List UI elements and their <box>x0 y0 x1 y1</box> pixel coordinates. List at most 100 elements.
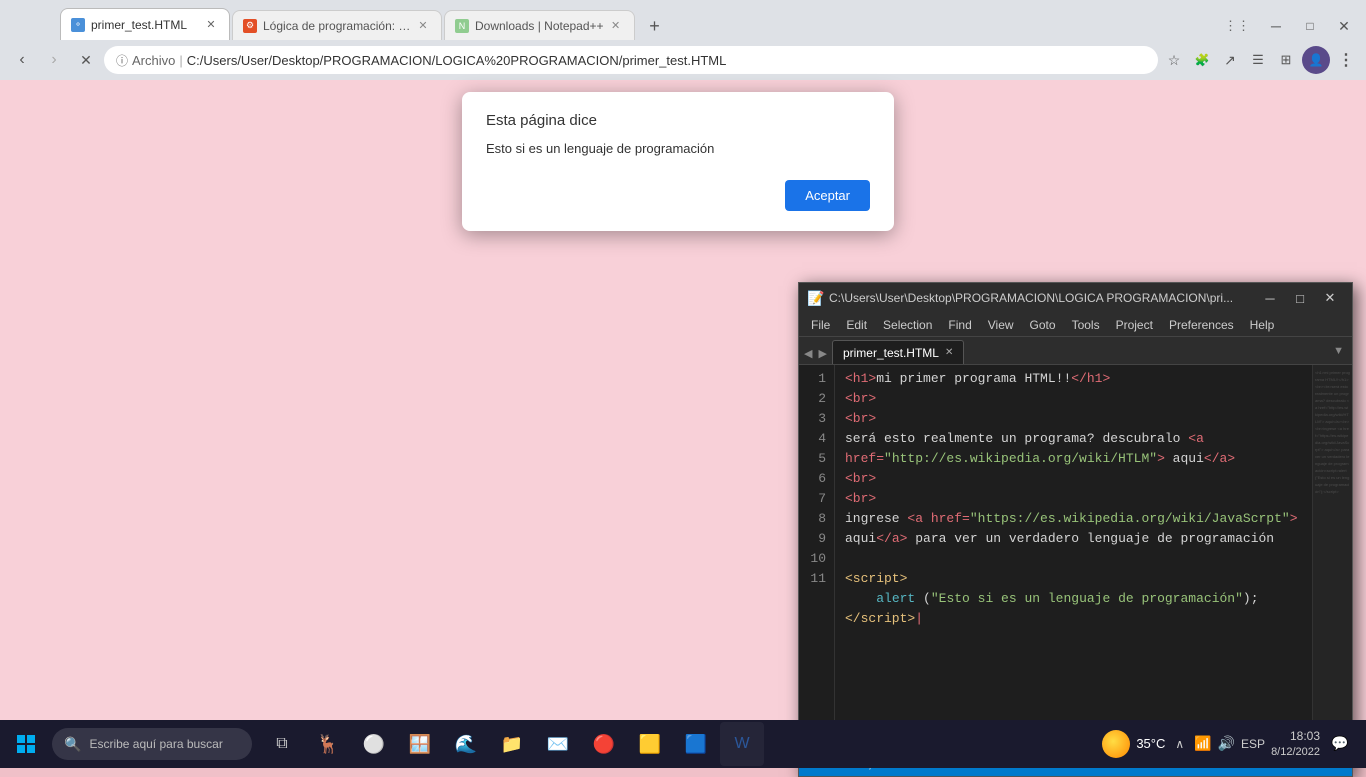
taskbar-apps: ⧉ 🦌 ⚪ 🪟 🌊 📁 ✉️ 🔴 🟨 🟦 W <box>260 722 764 766</box>
npp-tab-name: primer_test.HTML <box>843 346 939 360</box>
window-minimize-btn[interactable]: ─ <box>1262 16 1290 36</box>
code-minimap: <h1>mi primer programa HTML!!</h1><br><b… <box>1312 365 1352 754</box>
taskbar-mail-app[interactable]: ✉️ <box>536 722 580 766</box>
notepad-close-btn[interactable]: ✕ <box>1316 287 1344 309</box>
forward-button[interactable]: › <box>40 46 68 74</box>
code-line-9: <script> <box>845 569 1302 589</box>
notepad-app-icon: 📝 <box>807 290 823 306</box>
reading-list-icon[interactable]: ☰ <box>1246 48 1270 72</box>
menu-dots-icon[interactable]: ⋮ <box>1334 48 1358 72</box>
taskbar-weather[interactable]: 35°C <box>1102 730 1165 758</box>
taskbar: 🔍 Escribe aquí para buscar ⧉ 🦌 ⚪ 🪟 🌊 📁 ✉… <box>0 720 1366 768</box>
tab1-close[interactable]: ✕ <box>203 17 219 33</box>
code-line-8 <box>845 549 1302 569</box>
extensions-icon[interactable]: 🧩 <box>1190 48 1214 72</box>
tab3-close[interactable]: ✕ <box>608 18 624 34</box>
menu-edit[interactable]: Edit <box>838 316 875 334</box>
taskbar-search[interactable]: 🔍 Escribe aquí para buscar <box>52 728 252 760</box>
bookmark-star-icon[interactable]: ☆ <box>1162 48 1186 72</box>
address-input-container[interactable]: ⓘ Archivo | C:/Users/User/Desktop/PROGRA… <box>104 46 1158 74</box>
tab-downloads[interactable]: N Downloads | Notepad++ ✕ <box>444 10 635 40</box>
taskbar-clock[interactable]: 18:03 8/12/2022 <box>1271 729 1320 759</box>
address-info-icon: ⓘ <box>116 52 128 69</box>
taskbar-word-app[interactable]: W <box>720 722 764 766</box>
alert-message: Esto si es un lenguaje de programación <box>486 141 870 156</box>
system-tray-expand[interactable]: ∧ <box>1171 733 1188 755</box>
code-line-10: alert ("Esto si es un lenguaje de progra… <box>845 589 1302 609</box>
tab1-title: primer_test.HTML <box>91 18 199 32</box>
npp-tab-dropdown[interactable]: ▼ <box>1327 341 1350 361</box>
code-line-4: será esto realmente un programa? descubr… <box>845 429 1302 469</box>
code-line-6: <br> <box>845 489 1302 509</box>
npp-tab-active[interactable]: primer_test.HTML ✕ <box>832 340 964 364</box>
npp-next-tab-icon[interactable]: ▶ <box>815 345 829 362</box>
sun-icon <box>1102 730 1130 758</box>
tab2-favicon: ⚙ <box>243 19 257 33</box>
start-button[interactable] <box>4 722 48 766</box>
profile-icon[interactable]: 👤 <box>1302 46 1330 74</box>
notepad-titlebar: 📝 C:\Users\User\Desktop\PROGRAMACION\LOG… <box>799 283 1352 313</box>
notification-button[interactable]: 💬 <box>1326 730 1354 758</box>
clock-date: 8/12/2022 <box>1271 745 1320 759</box>
menu-tools[interactable]: Tools <box>1064 316 1108 334</box>
tab2-title: Lógica de programación: Primer... <box>263 19 411 33</box>
taskbar-taskview-app[interactable]: 🪟 <box>398 722 442 766</box>
notepad-tab-bar: ◀ ▶ primer_test.HTML ✕ ▼ <box>799 337 1352 365</box>
clock-time: 18:03 <box>1290 729 1320 745</box>
sidebar-icon[interactable]: ⊞ <box>1274 48 1298 72</box>
menu-find[interactable]: Find <box>940 316 979 334</box>
notepad-restore-btn[interactable]: □ <box>1286 287 1314 309</box>
line-numbers: 1 2 3 4 5 6 7 8 9 10 11 <box>799 365 835 754</box>
code-line-11: </script>| <box>845 609 1302 629</box>
browser-chrome: ⚬ primer_test.HTML ✕ ⚙ Lógica de program… <box>0 0 1366 80</box>
network-icon[interactable]: 📶 <box>1194 735 1211 752</box>
search-placeholder-text: Escribe aquí para buscar <box>89 737 222 751</box>
code-content[interactable]: <h1>mi primer programa HTML!!</h1> <br> … <box>835 365 1312 754</box>
tab-primer-test[interactable]: ⚬ primer_test.HTML ✕ <box>60 8 230 40</box>
temperature-text: 35°C <box>1136 736 1165 751</box>
address-bar: ‹ › ✕ ⓘ Archivo | C:/Users/User/Desktop/… <box>0 40 1366 80</box>
reload-button[interactable]: ✕ <box>72 46 100 74</box>
npp-tab-close-icon[interactable]: ✕ <box>945 347 953 358</box>
address-scheme: Archivo <box>132 53 175 68</box>
taskbar-filemanager-app[interactable]: 📁 <box>490 722 534 766</box>
window-maximize-btn[interactable]: □ <box>1296 16 1324 36</box>
window-expand-icon[interactable]: ⋮⋮ <box>1218 16 1256 36</box>
taskbar-edge-app[interactable]: 🌊 <box>444 722 488 766</box>
npp-tab-arrows: ◀ ▶ <box>801 345 830 364</box>
address-text: C:/Users/User/Desktop/PROGRAMACION/LOGIC… <box>187 53 727 68</box>
menu-selection[interactable]: Selection <box>875 316 940 334</box>
notepad-title-text: C:\Users\User\Desktop\PROGRAMACION\LOGIC… <box>829 291 1256 305</box>
tab3-title: Downloads | Notepad++ <box>475 19 604 33</box>
accept-button[interactable]: Aceptar <box>785 180 870 211</box>
menu-file[interactable]: File <box>803 316 838 334</box>
alert-button-row: Aceptar <box>486 180 870 211</box>
back-button[interactable]: ‹ <box>8 46 36 74</box>
taskbar-app8[interactable]: 🟨 <box>628 722 672 766</box>
menu-goto[interactable]: Goto <box>1022 316 1064 334</box>
notepad-window: 📝 C:\Users\User\Desktop\PROGRAMACION\LOG… <box>798 282 1353 777</box>
alert-dialog: Esta página dice Esto si es un lenguaje … <box>462 92 894 231</box>
notepad-minimize-btn[interactable]: ─ <box>1256 287 1284 309</box>
taskbar-search-app[interactable]: ⚪ <box>352 722 396 766</box>
taskbar-browser-app[interactable]: 🦌 <box>306 722 350 766</box>
code-line-3: <br> <box>845 409 1302 429</box>
menu-view[interactable]: View <box>980 316 1022 334</box>
code-editor: 1 2 3 4 5 6 7 8 9 10 11 <h1>mi primer pr… <box>799 365 1352 754</box>
tab2-close[interactable]: ✕ <box>415 18 431 34</box>
speaker-icon[interactable]: 🔊 <box>1218 735 1235 752</box>
window-close-btn[interactable]: ✕ <box>1330 16 1358 36</box>
taskbar-app9[interactable]: 🟦 <box>674 722 718 766</box>
code-line-7: ingrese <a href="https://es.wikipedia.or… <box>845 509 1302 549</box>
new-tab-button[interactable]: + <box>641 12 669 40</box>
menu-help[interactable]: Help <box>1242 316 1283 334</box>
tab-bar: ⚬ primer_test.HTML ✕ ⚙ Lógica de program… <box>0 0 1366 40</box>
code-line-1: <h1>mi primer programa HTML!!</h1> <box>845 369 1302 389</box>
menu-preferences[interactable]: Preferences <box>1161 316 1242 334</box>
share-icon[interactable]: ↗ <box>1218 48 1242 72</box>
menu-project[interactable]: Project <box>1108 316 1161 334</box>
tab-logica[interactable]: ⚙ Lógica de programación: Primer... ✕ <box>232 10 442 40</box>
taskbar-task-view[interactable]: ⧉ <box>260 722 304 766</box>
npp-prev-tab-icon[interactable]: ◀ <box>801 345 815 362</box>
taskbar-chrome-app[interactable]: 🔴 <box>582 722 626 766</box>
